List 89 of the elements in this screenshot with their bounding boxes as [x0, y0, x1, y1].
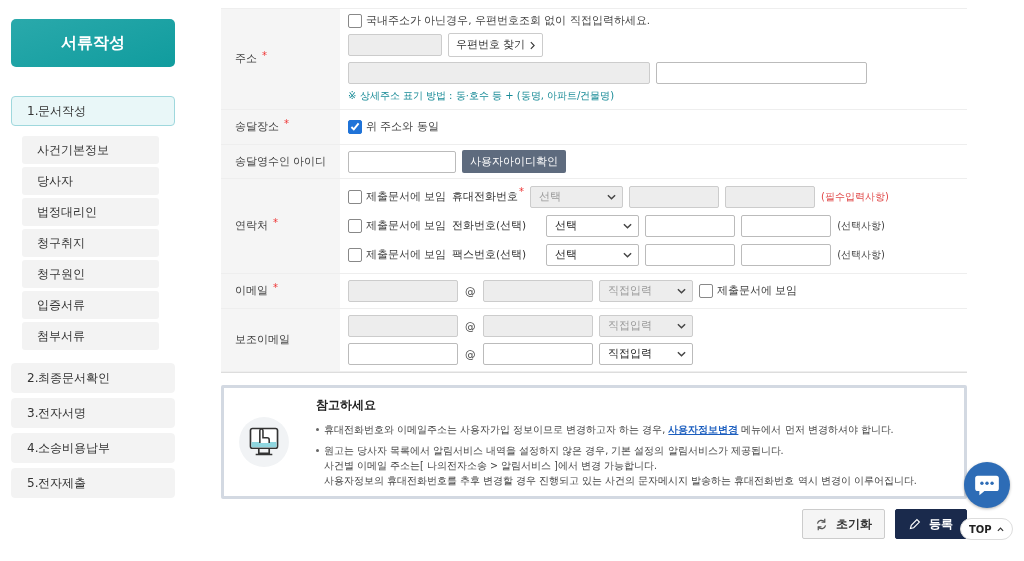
step-menu-item[interactable]: 2.최종문서확인	[11, 363, 175, 393]
sub-menu-item[interactable]: 청구취지	[22, 229, 159, 257]
chevron-down-icon	[676, 323, 686, 329]
required-mark: *	[284, 117, 289, 129]
phone-prefix-dropdown[interactable]: 선택	[546, 244, 640, 266]
zipcode-search-button[interactable]: 우편번호 찾기	[448, 33, 544, 57]
field-label: 송달영수인 아이디	[235, 154, 327, 169]
checkbox-label: 제출문서에 보임	[366, 190, 447, 204]
phone-field[interactable]	[725, 186, 815, 208]
phone-field[interactable]	[741, 215, 832, 237]
chat-button[interactable]	[964, 462, 1010, 508]
field-label: 주소	[235, 52, 257, 66]
address-hint: ※ 상세주소 표기 방법 : 동·호수 등 + (동명, 아파트/건물명)	[348, 89, 616, 103]
field-label: 송달장소	[235, 120, 279, 134]
phone-label: 전화번호(선택)	[452, 219, 527, 233]
sub-menu-item[interactable]: 법정대리인	[22, 198, 159, 226]
notice-text: 사용자정보의 휴대전화번호를 추후 변경할 경우 진행되고 있는 사건의 문자메시지 발송하는 휴대전화번호 역시 변경이 이루어집니다.	[324, 473, 917, 488]
bullet-icon	[316, 427, 319, 431]
notice-text: 원고는 당사자 목록에서 알림서비스 내역을 설정하지 않은 경우, 기본 설정의 알림서비스가 제공됩니다.	[324, 443, 785, 458]
notice-title: 참고하세요	[316, 396, 377, 414]
requirement-note: (필수입력사항)	[821, 190, 889, 204]
checkbox-label: 제출문서에 보임	[716, 284, 797, 298]
checkbox-label: 국내주소가 아닌경우, 우편번호조회 없이 직접입력하세요.	[366, 14, 651, 28]
address-field[interactable]	[348, 62, 650, 84]
chevron-down-icon	[623, 223, 633, 229]
phone-label: 휴대전화번호	[452, 190, 518, 204]
field-label: 이메일	[235, 284, 268, 298]
hand-pointer-monitor-icon	[238, 416, 290, 468]
chevron-down-icon	[607, 194, 616, 200]
chevron-down-icon	[676, 351, 686, 357]
phone-prefix-dropdown[interactable]: 선택	[546, 215, 640, 237]
checkbox-label: 제출문서에 보임	[366, 248, 447, 262]
scroll-top-button[interactable]: TOP	[960, 518, 1013, 540]
email-id-field[interactable]	[348, 280, 458, 302]
submit-button[interactable]: 등록	[895, 509, 967, 539]
phone-field[interactable]	[645, 215, 736, 237]
required-mark: *	[273, 216, 278, 228]
sub-menu-item[interactable]: 청구원인	[22, 260, 159, 288]
phone-field[interactable]	[741, 244, 832, 266]
id-check-button[interactable]: 사용자아이디확인	[462, 150, 566, 173]
checkbox-label: 제출문서에 보임	[366, 219, 447, 233]
requirement-note: (선택사항)	[837, 248, 885, 262]
field-label: 연락처	[235, 219, 268, 233]
email-domain-field[interactable]	[482, 280, 593, 302]
email-domain-field[interactable]	[482, 343, 593, 365]
pencil-icon	[908, 517, 921, 531]
checkbox[interactable]	[348, 219, 362, 233]
detail-address-field[interactable]	[656, 62, 867, 84]
required-mark: *	[273, 281, 278, 293]
reset-button[interactable]: 초기화	[802, 509, 885, 539]
step-menu-item[interactable]: 3.전자서명	[11, 398, 175, 428]
required-mark: *	[519, 186, 524, 197]
step-menu-item[interactable]: 1.문서작성	[11, 96, 175, 126]
speech-bubble-icon	[974, 474, 1000, 496]
bullet-icon	[316, 448, 319, 452]
step-menu-item[interactable]: 5.전자제출	[11, 468, 175, 498]
notice-text: 사건별 이메일 주소는[ 나의전자소송 > 알림서비스 ]에서 변경 가능합니다.	[324, 458, 658, 473]
required-mark: *	[262, 49, 267, 61]
email-domain-dropdown[interactable]: 직접입력	[598, 343, 693, 365]
checkbox[interactable]	[348, 14, 362, 28]
phone-label: 팩스번호(선택)	[452, 248, 527, 262]
refresh-icon	[815, 517, 828, 531]
sub-menu-item[interactable]: 입증서류	[22, 291, 159, 319]
email-id-field[interactable]	[348, 315, 458, 337]
phone-field[interactable]	[629, 186, 719, 208]
caret-up-icon	[996, 526, 1004, 532]
chevron-down-icon	[623, 252, 633, 258]
field-label: 보조이메일	[235, 333, 290, 347]
sub-menu-item[interactable]: 첨부서류	[22, 322, 159, 350]
checkbox[interactable]	[348, 248, 362, 262]
chevron-right-icon	[530, 40, 536, 50]
chevron-down-icon	[676, 288, 686, 294]
user-info-link[interactable]: 사용자정보변경	[668, 423, 739, 435]
phone-field[interactable]	[645, 244, 736, 266]
sub-menu-item[interactable]: 사건기본정보	[22, 136, 159, 164]
email-id-field[interactable]	[348, 343, 458, 365]
checkbox-label: 위 주소와 동일	[366, 120, 439, 134]
checkbox[interactable]	[348, 120, 362, 134]
sub-menu-item[interactable]: 당사자	[22, 167, 159, 195]
email-domain-field[interactable]	[482, 315, 593, 337]
zipcode-field[interactable]	[348, 34, 442, 56]
requirement-note: (선택사항)	[837, 219, 885, 233]
notice-text: 휴대전화번호와 이메일주소는 사용자가입 정보이므로 변경하고자 하는 경우, 사용자정보변경 메뉴에서 먼저 변경하셔야 합니다.	[324, 422, 894, 437]
at-sign: @	[465, 285, 476, 297]
user-id-field[interactable]	[348, 150, 456, 173]
step-menu-item[interactable]: 4.소송비용납부	[11, 433, 175, 463]
at-sign: @	[465, 348, 476, 360]
section-title-banner: 서류작성	[11, 19, 175, 67]
at-sign: @	[465, 320, 476, 332]
